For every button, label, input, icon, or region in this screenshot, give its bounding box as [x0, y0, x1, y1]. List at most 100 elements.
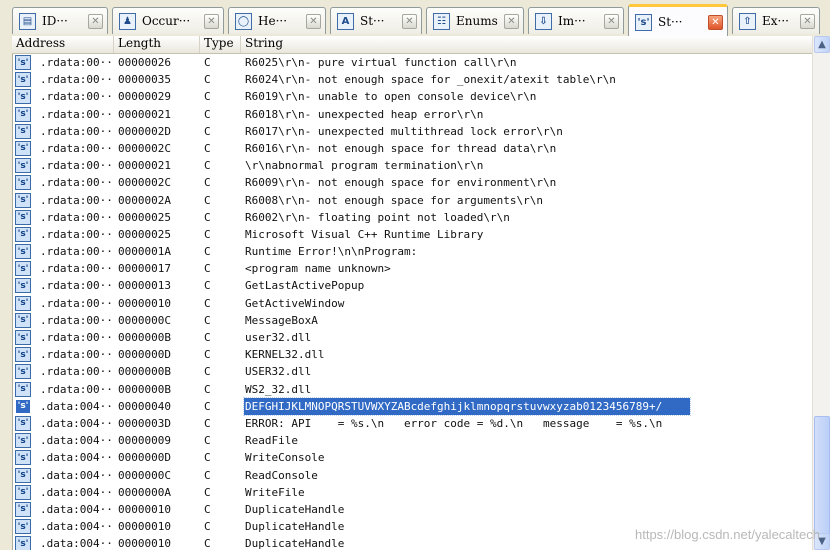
string-icon: 's' [15, 381, 31, 397]
cell-address: .data:004··· [40, 485, 115, 499]
list-item[interactable]: 's' .rdata:00··· 0000000B Cuser32.dll [12, 329, 812, 346]
list-item[interactable]: 's' .rdata:00··· 00000021 C \r\nabnormal pro… [12, 157, 812, 174]
list-item[interactable]: 's' .rdata:00··· 00000025 C Microsoft Visual… [12, 226, 812, 243]
list-item[interactable]: 's' .rdata:00··· 0000000B C WS2_32.dll [12, 381, 812, 398]
string-icon: 's' [15, 364, 31, 380]
cell-address: .rdata:00··· [40, 365, 115, 379]
list-item[interactable]: 's' .data:004··· 0000000C C ReadConsole [12, 467, 812, 484]
strings-list: 's' .rdata:00··· 00000026 C R6025\r\n- pure … [12, 54, 812, 550]
cell-length: 00000025 [118, 210, 171, 224]
cell-address: .rdata:00··· [40, 262, 115, 276]
list-item[interactable]: 's' .rdata:00··· 0000000C C MessageBoxA [12, 312, 812, 329]
strings-icon: 's' [635, 13, 652, 31]
list-item[interactable]: 's' .rdata:00··· 00000017 C <program name un… [12, 260, 812, 277]
tab-strings[interactable]: 's' St··· ✕ [628, 4, 728, 37]
column-type[interactable]: Type [200, 36, 241, 53]
cell-type: C [204, 451, 211, 465]
list-item[interactable]: 's' .rdata:00··· 0000002C C R6009\r\n- not e… [12, 174, 812, 191]
vertical-scrollbar[interactable]: ▲ ▼ [812, 36, 830, 550]
cell-string: R6009\r\n- not enough space for environm… [245, 176, 557, 190]
string-icon: 's' [15, 433, 31, 449]
cell-string: USER32.dll [245, 365, 312, 379]
tab-hex-view[interactable]: ◯ He··· ✕ [228, 7, 326, 34]
list-item[interactable]: 's' .rdata:00··· 00000026 C R6025\r\n- pure … [12, 54, 812, 71]
cell-address: .rdata:00··· [40, 331, 115, 344]
list-item[interactable]: 's' .data:004··· 00000010 C DuplicateHandle [12, 501, 812, 518]
cell-string: Microsoft Visual C++ Runtime Library [245, 227, 484, 241]
scroll-up-button[interactable]: ▲ [814, 36, 830, 53]
tab-enums[interactable]: ☷ Enums ✕ [426, 7, 524, 34]
tab-occurrences[interactable]: ♟ Occur··· ✕ [112, 7, 224, 34]
list-item[interactable]: 's' .data:004··· 0000003D C ERROR: API = %s.… [12, 415, 812, 432]
close-icon[interactable]: ✕ [800, 13, 815, 29]
cell-string: R6016\r\n- not enough space for thread d… [245, 141, 557, 155]
string-icon: 's' [15, 244, 31, 260]
cell-type: C [204, 245, 211, 259]
cell-type: C [204, 90, 211, 104]
tab-label: ID··· [42, 14, 68, 28]
tab-exports[interactable]: ⇧ Ex··· ✕ [732, 7, 820, 34]
list-item[interactable]: 's' .rdata:00··· 0000001A C Runtime Error!\n… [12, 243, 812, 260]
string-icon: 's' [15, 106, 31, 122]
tab-label: He··· [258, 14, 288, 28]
close-icon[interactable]: ✕ [604, 13, 619, 29]
occurrences-icon: ♟ [119, 12, 136, 30]
cell-string: WriteFile [245, 485, 305, 499]
close-icon[interactable]: ✕ [306, 13, 321, 29]
tab-ida-view[interactable]: ▤ ID··· ✕ [12, 7, 108, 34]
cell-type: C [204, 227, 211, 241]
cell-address: .rdata:00··· [40, 90, 115, 104]
list-item[interactable]: 's' .rdata:00··· 00000010 C GetActiveWindow [12, 295, 812, 312]
cell-type: C [204, 365, 211, 379]
scroll-thumb[interactable] [814, 416, 830, 536]
string-icon: 's' [15, 89, 31, 105]
list-item[interactable]: 's' .data:004··· 00000009 C ReadFile [12, 432, 812, 449]
list-item[interactable]: 's' .rdata:00··· 0000002A C R6008\r\n- not e… [12, 192, 812, 209]
close-icon[interactable]: ✕ [504, 13, 519, 29]
cell-length: 00000010 [118, 296, 171, 310]
list-item[interactable]: 's' .rdata:00··· 00000025 C R6002\r\n- float… [12, 209, 812, 226]
list-item[interactable]: 's' .rdata:00··· 0000002D C R6017\r\n- unexp… [12, 123, 812, 140]
tab-strip: ▤ ID··· ✕ ♟ Occur··· ✕ ◯ He··· ✕ A St··· ✕ ☷ Enums ✕ ⇩ I… [0, 0, 830, 37]
close-icon[interactable]: ✕ [402, 13, 417, 29]
list-item[interactable]: 's' .rdata:00··· 00000021 C R6018\r\n- unexp… [12, 106, 812, 123]
list-item[interactable]: 's' .data:004··· 0000000D C WriteConsole [12, 449, 812, 466]
column-string[interactable]: String [241, 36, 812, 53]
cell-length: 00000026 [118, 56, 171, 69]
cell-string: R6002\r\n- floating point not loaded\r\n [245, 210, 510, 224]
list-item[interactable]: 's' .rdata:00··· 00000035 C R6024\r\n- not e… [12, 71, 812, 88]
cell-address: .rdata:00··· [40, 176, 115, 190]
cell-address: .rdata:00··· [40, 141, 115, 155]
cell-type: C [204, 107, 211, 121]
list-item[interactable]: 's' .rdata:00··· 0000000B C USER32.dll [12, 363, 812, 380]
list-item[interactable]: 's' .rdata:00··· 00000013 C GetLastActivePop… [12, 277, 812, 294]
cell-address: .rdata:00··· [40, 107, 115, 121]
cell-address: .rdata:00··· [40, 313, 115, 327]
close-icon[interactable]: ✕ [204, 13, 219, 29]
close-icon[interactable]: ✕ [88, 13, 103, 29]
watermark: https://blog.csdn.net/yalecaltech [634, 527, 820, 542]
cell-address: .rdata:00··· [40, 348, 115, 362]
string-icon: 's' [15, 347, 31, 363]
list-item[interactable]: 's' .rdata:00··· 0000002C C R6016\r\n- not e… [12, 140, 812, 157]
column-length[interactable]: Length [114, 36, 200, 53]
string-icon: 's' [15, 209, 31, 225]
list-item[interactable]: 's' .rdata:00··· 00000029 C R6019\r\n- unabl… [12, 88, 812, 105]
cell-type: C [204, 520, 211, 534]
close-icon[interactable]: ✕ [708, 14, 723, 30]
cell-length: 00000025 [118, 227, 171, 241]
cell-address: .rdata:00··· [40, 159, 115, 173]
tab-structures[interactable]: A St··· ✕ [330, 7, 422, 34]
cell-length: 0000002A [118, 193, 171, 207]
string-icon: 's' [15, 261, 31, 277]
cell-type: C [204, 176, 211, 190]
list-item[interactable]: 's' .data:004··· 00000040 C DEFGHIJKLMNOPQRS… [12, 396, 812, 416]
list-item[interactable]: 's' .rdata:00··· 0000000D C KERNEL32.dll [12, 346, 812, 363]
string-icon: 's' [15, 467, 31, 483]
tab-imports[interactable]: ⇩ Im··· ✕ [528, 7, 624, 34]
string-icon: 's' [15, 158, 31, 174]
list-item[interactable]: 's' .data:004··· 0000000A C WriteFile [12, 484, 812, 501]
cell-length: 0000003D [118, 416, 171, 430]
cell-length: 00000010 [118, 502, 171, 516]
column-address[interactable]: Address [12, 36, 114, 53]
